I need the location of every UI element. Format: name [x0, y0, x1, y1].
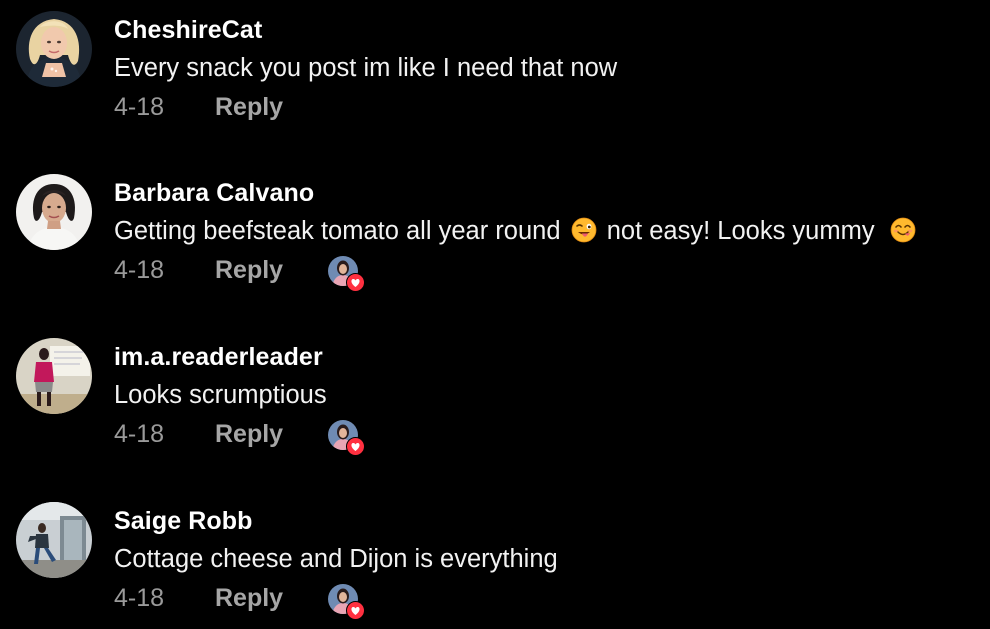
comment-text-part: Getting beefsteak tomato all year round — [114, 217, 561, 245]
creator-liked-indicator — [328, 584, 365, 620]
comment-text-part: Every snack you post im like I need that… — [114, 54, 618, 82]
creator-liked-indicator — [328, 420, 365, 456]
comment-item: Saige Robb Cottage cheese and Dijon is e… — [0, 491, 990, 620]
creator-liked-indicator — [328, 256, 365, 292]
woman-in-classroom-avatar-icon[interactable] — [16, 338, 92, 414]
comment-date: 4-18 — [114, 93, 165, 121]
comment-text-part: Looks scrumptious — [114, 381, 327, 409]
reply-button[interactable]: Reply — [215, 93, 283, 122]
comment-text: Cottage cheese and Dijon is everything — [114, 545, 558, 574]
woman-in-doorway-avatar-icon[interactable] — [16, 502, 92, 578]
comment-date: 4-18 — [114, 420, 165, 448]
dark-haired-woman-avatar-icon[interactable] — [16, 174, 92, 250]
yum-face-emoji-icon — [890, 217, 916, 243]
comment-date: 4-18 — [114, 256, 165, 284]
winking-tongue-emoji-icon — [571, 217, 597, 243]
comment-item: CheshireCat Every snack you post im like… — [0, 0, 990, 122]
comment-author[interactable]: CheshireCat — [114, 16, 262, 45]
heart-icon — [346, 601, 365, 620]
heart-icon — [346, 273, 365, 292]
comment-item: Barbara Calvano Getting beefsteak tomato… — [0, 163, 990, 292]
comment-text: Getting beefsteak tomato all year round … — [114, 217, 919, 246]
comment-text: Every snack you post im like I need that… — [114, 54, 617, 83]
comment-author[interactable]: im.a.readerleader — [114, 343, 323, 372]
reply-button[interactable]: Reply — [215, 420, 283, 449]
comment-text-part: Cottage cheese and Dijon is everything — [114, 545, 558, 573]
comment-item: im.a.readerleader Looks scrumptious 4-18… — [0, 327, 990, 456]
blonde-woman-avatar-icon[interactable] — [16, 11, 92, 87]
comment-author[interactable]: Barbara Calvano — [114, 179, 314, 208]
reply-button[interactable]: Reply — [215, 584, 283, 613]
comment-date: 4-18 — [114, 584, 165, 612]
comment-text-part: not easy! Looks yummy — [606, 217, 875, 245]
comment-author[interactable]: Saige Robb — [114, 507, 253, 536]
comment-text: Looks scrumptious — [114, 381, 327, 410]
heart-icon — [346, 437, 365, 456]
reply-button[interactable]: Reply — [215, 256, 283, 285]
